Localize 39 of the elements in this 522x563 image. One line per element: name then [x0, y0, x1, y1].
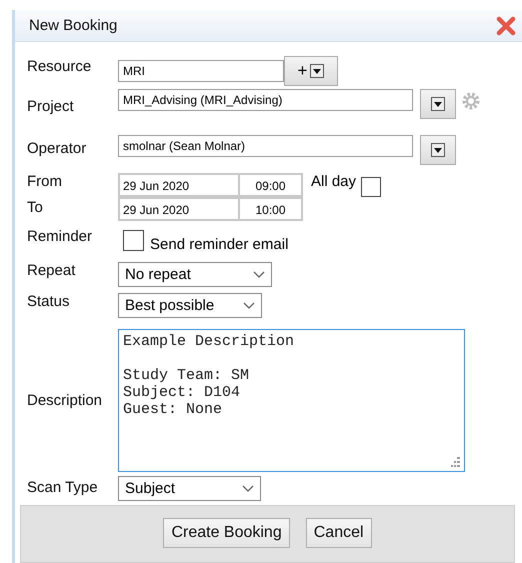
description-field[interactable]: Example Description Study Team: SM Subject: D104 Guest: None [118, 329, 465, 472]
field-label: From [27, 173, 63, 190]
time-field[interactable]: 10:00 [238, 197, 303, 221]
dialog-title: New Booking [29, 17, 118, 34]
dropdown-button[interactable] [420, 135, 456, 165]
date-field[interactable]: 29 Jun 2020 [118, 173, 240, 197]
field-label: Description [27, 392, 104, 409]
resource-field[interactable]: MRI [118, 60, 284, 82]
status-select[interactable]: Best possible [118, 293, 262, 318]
checkbox[interactable] [123, 230, 144, 251]
close-icon[interactable] [496, 16, 516, 36]
field-label: Reminder [27, 228, 94, 245]
chevron-down-icon [243, 302, 255, 310]
field-label: Repeat [27, 262, 76, 279]
project-field[interactable]: MRI_Advising (MRI_Advising) [118, 89, 413, 111]
repeat-select[interactable]: No repeat [118, 262, 272, 287]
time-field[interactable]: 09:00 [238, 173, 303, 197]
scan-type-select[interactable]: Subject [118, 476, 261, 501]
checkbox-label: Send reminder email [150, 236, 288, 253]
create-button[interactable]: Create Booking [163, 518, 290, 548]
field-label: Scan Type [27, 478, 99, 496]
add-button[interactable]: + [284, 56, 338, 86]
dropdown-icon [310, 64, 324, 78]
field-label: Operator [27, 139, 88, 157]
cancel-button[interactable]: Cancel [306, 518, 372, 548]
checkbox-label: All day [311, 173, 356, 190]
dropdown-button[interactable] [420, 89, 456, 119]
field-label: Resource [27, 57, 92, 75]
date-field[interactable]: 29 Jun 2020 [118, 197, 240, 221]
checkbox[interactable] [361, 177, 382, 197]
field-label: Project [27, 97, 75, 115]
field-label: To [27, 198, 44, 216]
chevron-down-icon [242, 484, 254, 492]
dropdown-icon [431, 143, 445, 157]
operator-field[interactable]: smolnar (Sean Molnar) [118, 135, 413, 157]
chevron-down-icon [253, 270, 265, 278]
resize-handle-icon[interactable] [448, 457, 460, 467]
dropdown-icon [431, 97, 445, 111]
field-label: Status [27, 293, 71, 310]
